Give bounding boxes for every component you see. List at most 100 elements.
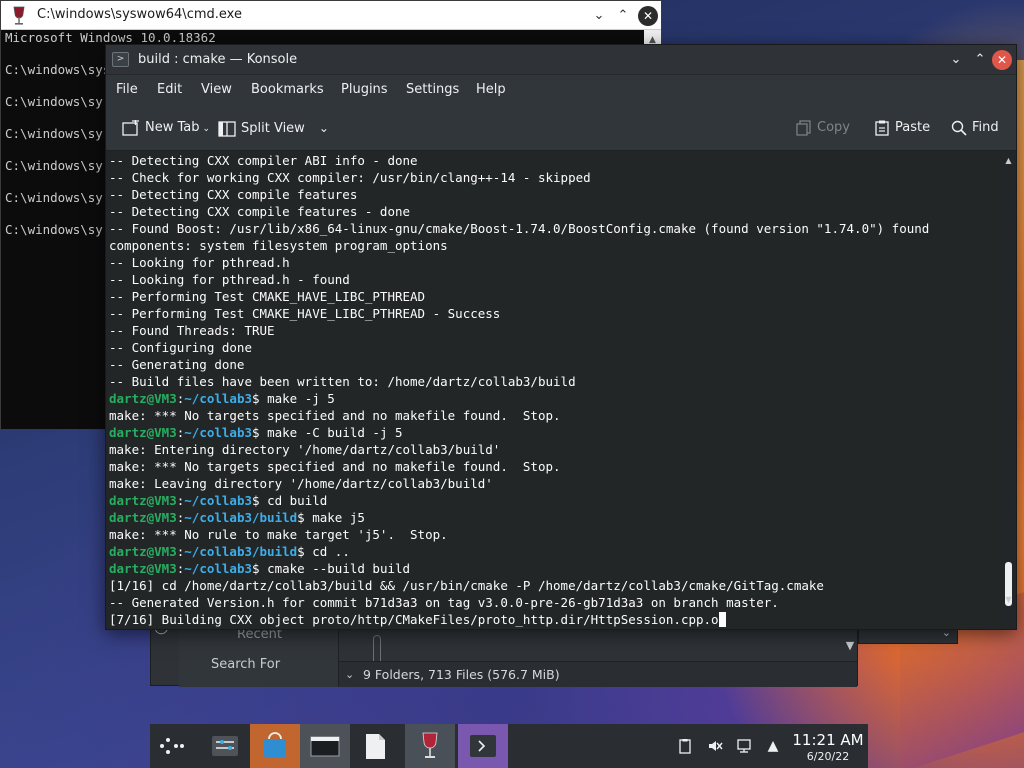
output-text: -- Detecting CXX compile features — [109, 187, 358, 202]
network-icon[interactable] — [736, 738, 754, 754]
output-line: -- Found Boost: /usr/lib/x86_64-linux-gn… — [109, 220, 998, 237]
minimize-button[interactable]: ⌄ — [589, 6, 609, 26]
prompt-line: dartz@VM3:~/collab3$ cd build — [109, 493, 328, 508]
new-tab-button[interactable]: New Tab ⌄ — [122, 117, 210, 139]
folder-icon — [310, 736, 340, 757]
menu-plugins[interactable]: Plugins — [341, 82, 388, 97]
prompt-line: dartz@VM3:~/collab3/build$ cd .. — [109, 544, 350, 559]
chevron-down-icon[interactable]: ⌄ — [345, 662, 354, 688]
chevron-down-icon[interactable]: ⌄ — [319, 121, 329, 135]
output-line: -- Looking for pthread.h — [109, 254, 998, 271]
copy-button[interactable]: Copy — [796, 117, 850, 139]
output-text: [7/16] Building CXX object proto/http/CM… — [109, 612, 719, 627]
copy-label: Copy — [817, 120, 850, 135]
task-discover[interactable] — [250, 724, 300, 768]
menu-bookmarks[interactable]: Bookmarks — [251, 82, 324, 97]
task-text-editor[interactable] — [350, 724, 400, 768]
search-icon — [951, 120, 967, 136]
prompt-path: ~/collab3/build — [184, 544, 298, 559]
output-text: -- Configuring done — [109, 340, 252, 355]
menu-view[interactable]: View — [201, 82, 232, 97]
output-text: make: Leaving directory '/home/dartz/col… — [109, 476, 493, 491]
prompt-user: dartz@VM3 — [109, 510, 177, 525]
output-line: -- Detecting CXX compiler ABI info - don… — [109, 152, 998, 169]
task-wine-cmd[interactable] — [405, 724, 455, 768]
paste-button[interactable]: Paste — [874, 117, 930, 139]
prompt-user: dartz@VM3 — [109, 425, 177, 440]
output-line: components: system filesystem program_op… — [109, 237, 998, 254]
konsole-window: > build : cmake — Konsole ⌄ ⌃ ✕ File Edi… — [105, 44, 1017, 630]
menu-file[interactable]: File — [116, 82, 138, 97]
output-text: -- Performing Test CMAKE_HAVE_LIBC_PTHRE… — [109, 289, 426, 304]
menu-help[interactable]: Help — [476, 82, 506, 97]
wine-glass-icon — [422, 732, 438, 758]
output-text: make: Entering directory '/home/dartz/co… — [109, 442, 501, 457]
close-button[interactable]: ✕ — [992, 50, 1012, 70]
output-line: [1/16] cd /home/dartz/collab3/build && /… — [109, 577, 998, 594]
output-line: -- Build files have been written to: /ho… — [109, 373, 998, 390]
new-tab-icon — [122, 119, 139, 136]
menu-settings[interactable]: Settings — [406, 82, 459, 97]
terminal-output[interactable]: -- Detecting CXX compiler ABI info - don… — [106, 152, 1001, 629]
output-line: make: Entering directory '/home/dartz/co… — [109, 441, 998, 458]
find-button[interactable]: Find — [951, 117, 999, 139]
output-text: -- Found Threads: TRUE — [109, 323, 275, 338]
volume-muted-icon[interactable] — [706, 738, 724, 754]
app-launcher[interactable] — [150, 724, 200, 768]
text-cursor — [718, 612, 726, 627]
prompt-command: cd .. — [312, 544, 350, 559]
output-line: -- Generated Version.h for commit b71d3a… — [109, 594, 998, 611]
output-line: make: Leaving directory '/home/dartz/col… — [109, 475, 998, 492]
clipboard-icon[interactable] — [676, 738, 694, 754]
prompt-line: dartz@VM3:~/collab3$ make -j 5 — [109, 391, 335, 406]
clock-date[interactable]: 6/20/22 — [792, 750, 864, 763]
terminal-scrollbar[interactable]: ▲ ▼ — [1001, 152, 1016, 629]
task-system-settings[interactable] — [200, 724, 250, 768]
task-konsole[interactable] — [458, 724, 508, 768]
konsole-title: build : cmake — Konsole — [138, 52, 298, 67]
split-view-button[interactable]: Split View ⌄ — [218, 117, 329, 139]
prompt-line: dartz@VM3:~/collab3$ cmake --build build — [109, 561, 411, 576]
minimize-button[interactable]: ⌄ — [946, 50, 966, 70]
tray-expand-arrow-icon[interactable]: ▲ — [764, 738, 782, 754]
toolbar: New Tab ⌄ Split View ⌄ Copy Paste Find — [106, 105, 1016, 151]
clock-time[interactable]: 11:21 AM — [792, 731, 864, 749]
status-text: 9 Folders, 713 Files (576.7 MiB) — [363, 667, 560, 682]
output-line: -- Detecting CXX compile features — [109, 186, 998, 203]
maximize-button[interactable]: ⌃ — [970, 50, 990, 70]
chevron-down-icon[interactable]: ▼ — [841, 637, 859, 655]
prompt-user: dartz@VM3 — [109, 544, 177, 559]
settings-icon — [212, 736, 238, 756]
prompt-user: dartz@VM3 — [109, 561, 177, 576]
maximize-button[interactable]: ⌃ — [613, 6, 633, 26]
new-tab-label: New Tab — [145, 120, 200, 135]
prompt-command: make -j 5 — [267, 391, 335, 406]
document-icon — [366, 734, 385, 759]
output-line: [7/16] Building CXX object proto/http/CM… — [109, 611, 998, 628]
scroll-down-arrow[interactable]: ▼ — [1001, 593, 1016, 607]
split-view-icon — [218, 120, 236, 137]
output-text: -- Check for working CXX compiler: /usr/… — [109, 170, 591, 185]
scroll-up-arrow[interactable]: ▲ — [1001, 154, 1016, 168]
output-text: -- Detecting CXX compiler ABI info - don… — [109, 153, 418, 168]
output-text: [1/16] cd /home/dartz/collab3/build && /… — [109, 578, 824, 593]
output-text: -- Detecting CXX compile features - done — [109, 204, 411, 219]
output-text: make: *** No targets specified and no ma… — [109, 408, 561, 423]
split-view-label: Split View — [241, 121, 305, 136]
output-line: make: *** No targets specified and no ma… — [109, 458, 998, 475]
chevron-down-icon: ⌄ — [202, 124, 211, 134]
cmd-titlebar[interactable]: C:\windows\syswow64\cmd.exe ⌄ ⌃ ✕ — [1, 1, 661, 30]
prompt-command: cd build — [267, 493, 328, 508]
status-bar: ⌄ 9 Folders, 713 Files (576.7 MiB) — [339, 661, 857, 687]
output-text: -- Performing Test CMAKE_HAVE_LIBC_PTHRE… — [109, 306, 501, 321]
output-line: -- Check for working CXX compiler: /usr/… — [109, 169, 998, 186]
output-line: -- Performing Test CMAKE_HAVE_LIBC_PTHRE… — [109, 288, 998, 305]
task-dolphin[interactable] — [300, 724, 350, 768]
konsole-titlebar[interactable]: > build : cmake — Konsole ⌄ ⌃ ✕ — [106, 45, 1016, 75]
output-text: make: *** No rule to make target 'j5'. S… — [109, 527, 448, 542]
menu-edit[interactable]: Edit — [157, 82, 182, 97]
find-label: Find — [972, 120, 999, 135]
output-text: -- Generated Version.h for commit b71d3a… — [109, 595, 779, 610]
close-button[interactable]: ✕ — [638, 6, 658, 26]
output-text: -- Generating done — [109, 357, 245, 372]
